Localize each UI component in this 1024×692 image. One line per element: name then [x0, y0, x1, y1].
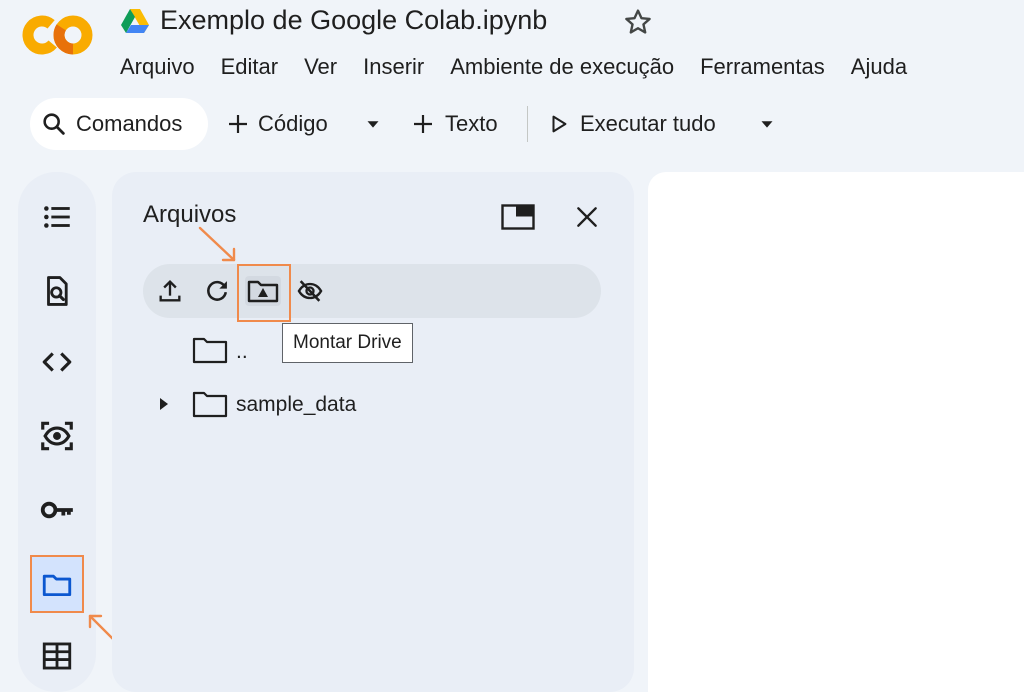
close-icon[interactable]: [574, 204, 600, 230]
commands-button[interactable]: Comandos: [30, 98, 208, 150]
menu-bar: Arquivo Editar Ver Inserir Ambiente de e…: [120, 52, 920, 82]
mount-drive-highlight: [237, 264, 291, 322]
menu-ver[interactable]: Ver: [304, 52, 350, 82]
mount-drive-tooltip: Montar Drive: [282, 323, 413, 363]
notebook-title[interactable]: Exemplo de Google Colab.ipynb: [160, 2, 547, 38]
menu-arquivo[interactable]: Arquivo: [120, 52, 208, 82]
add-code-button[interactable]: Código: [226, 98, 328, 150]
toolbar-divider: [527, 106, 528, 142]
code-snippets-icon[interactable]: [33, 338, 81, 386]
star-icon[interactable]: [622, 6, 654, 38]
hide-icon[interactable]: [295, 277, 325, 305]
panel-window-icon[interactable]: [501, 204, 535, 230]
expand-caret-icon[interactable]: [154, 393, 174, 415]
folder-icon: [192, 336, 228, 364]
colab-logo[interactable]: [22, 12, 94, 58]
menu-ajuda[interactable]: Ajuda: [851, 52, 920, 82]
plus-icon: [229, 115, 247, 133]
parent-folder-label[interactable]: ..: [236, 338, 248, 366]
menu-inserir[interactable]: Inserir: [363, 52, 437, 82]
files-panel: [112, 172, 634, 692]
table-of-contents-icon[interactable]: [33, 193, 81, 241]
find-icon[interactable]: [33, 267, 81, 315]
refresh-icon[interactable]: [203, 277, 231, 305]
commands-label: Comandos: [76, 111, 183, 136]
caret-down-icon: [367, 121, 379, 128]
add-text-button[interactable]: Texto: [411, 98, 498, 150]
menu-ferramentas[interactable]: Ferramentas: [700, 52, 838, 82]
caret-down-icon: [761, 121, 773, 128]
variables-icon[interactable]: [33, 412, 81, 460]
menu-ambiente-de-execucao[interactable]: Ambiente de execução: [450, 52, 687, 82]
google-drive-icon[interactable]: [120, 8, 150, 34]
run-all-dropdown[interactable]: [756, 98, 778, 150]
menu-editar[interactable]: Editar: [221, 52, 291, 82]
plus-icon: [414, 115, 432, 133]
secrets-key-icon[interactable]: [33, 486, 81, 534]
folder-icon: [192, 390, 228, 418]
add-code-label: Código: [258, 111, 328, 136]
add-text-label: Texto: [445, 111, 498, 136]
table-icon[interactable]: [33, 632, 81, 680]
annotation-arrow-mount: [198, 226, 236, 262]
search-icon: [43, 113, 65, 135]
play-icon: [552, 115, 567, 133]
files-folder-icon[interactable]: [33, 560, 81, 608]
run-all-button[interactable]: Executar tudo: [548, 98, 716, 150]
add-code-dropdown[interactable]: [362, 98, 384, 150]
sample-data-folder-label[interactable]: sample_data: [236, 391, 356, 419]
run-all-label: Executar tudo: [580, 111, 716, 136]
upload-icon[interactable]: [156, 277, 184, 305]
notebook-area: [648, 172, 1024, 692]
